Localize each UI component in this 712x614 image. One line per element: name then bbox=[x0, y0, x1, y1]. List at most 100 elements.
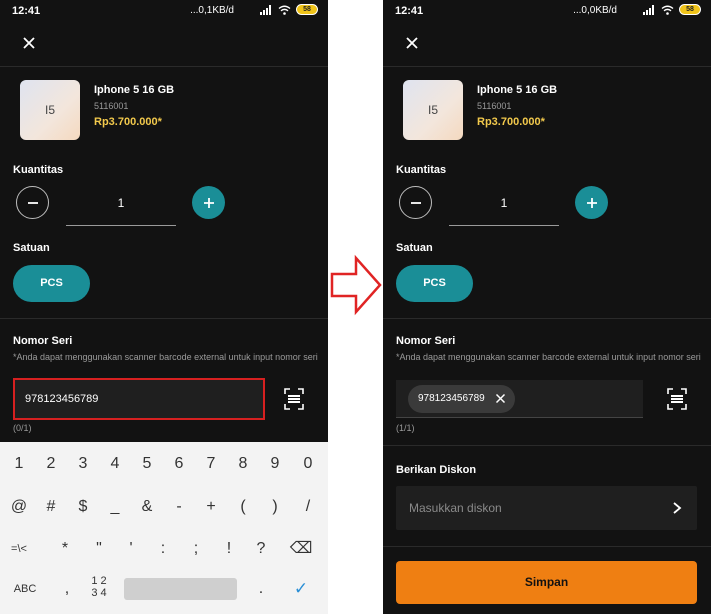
left-screen: 12:41 ...0,1KB/d 58 I5 Iphone 5 16 GB 51… bbox=[0, 0, 328, 614]
product-sku: 5116001 bbox=[94, 101, 129, 111]
right-screen: 12:41 ...0,0KB/d 58 I5 Iphone 5 16 GB 51… bbox=[383, 0, 711, 614]
divider bbox=[383, 445, 711, 446]
barcode-scan-icon[interactable] bbox=[284, 388, 304, 410]
minus-icon bbox=[410, 201, 421, 204]
right-arrow-icon bbox=[330, 254, 382, 316]
key-single-quote[interactable]: ' bbox=[116, 537, 146, 561]
serial-chip-label: 978123456789 bbox=[418, 393, 485, 404]
serial-hint: *Anda dapat menggunakan scanner barcode … bbox=[13, 352, 318, 362]
save-button[interactable]: Simpan bbox=[396, 561, 697, 604]
close-icon[interactable] bbox=[403, 34, 421, 52]
status-icons: 58 bbox=[260, 4, 318, 15]
key-9[interactable]: 9 bbox=[260, 452, 290, 476]
key-2[interactable]: 2 bbox=[36, 452, 66, 476]
close-icon[interactable] bbox=[20, 34, 38, 52]
unit-chip-pcs[interactable]: PCS bbox=[396, 265, 473, 302]
key-ampersand[interactable]: & bbox=[132, 495, 162, 519]
serial-number-input[interactable]: 978123456789 bbox=[13, 378, 265, 420]
product-thumbnail: I5 bbox=[20, 80, 80, 140]
quantity-input[interactable]: 1 bbox=[66, 186, 176, 226]
status-icons: 58 bbox=[643, 4, 701, 15]
serial-label: Nomor Seri bbox=[13, 335, 73, 347]
quantity-input[interactable]: 1 bbox=[449, 186, 559, 226]
key-close-paren[interactable]: ) bbox=[260, 495, 290, 519]
battery-icon: 58 bbox=[296, 4, 318, 15]
unit-label: Satuan bbox=[13, 242, 50, 254]
serial-hint: *Anda dapat menggunakan scanner barcode … bbox=[396, 352, 701, 362]
key-underscore[interactable]: _ bbox=[100, 495, 130, 519]
quantity-label: Kuantitas bbox=[13, 164, 64, 176]
status-bar: 12:41 ...0,0KB/d 58 bbox=[383, 0, 711, 22]
key-slash[interactable]: / bbox=[293, 495, 323, 519]
key-4[interactable]: 4 bbox=[100, 452, 130, 476]
key-at[interactable]: @ bbox=[4, 495, 34, 519]
key-1[interactable]: 1 bbox=[4, 452, 34, 476]
wifi-icon bbox=[661, 5, 674, 15]
key-open-paren[interactable]: ( bbox=[228, 495, 258, 519]
soft-keyboard: 1 2 3 4 5 6 7 8 9 0 @ # $ _ & - + ( ) / … bbox=[0, 442, 328, 614]
product-thumbnail: I5 bbox=[403, 80, 463, 140]
increase-quantity-button[interactable] bbox=[575, 186, 608, 219]
chevron-right-icon bbox=[673, 502, 682, 514]
discount-label: Berikan Diskon bbox=[396, 464, 477, 476]
battery-icon: 58 bbox=[679, 4, 701, 15]
chip-remove-icon[interactable] bbox=[495, 393, 506, 404]
product-price: Rp3.700.000* bbox=[477, 116, 545, 128]
backspace-key[interactable]: ⌫ bbox=[286, 537, 316, 561]
status-speed: ...0,1KB/d bbox=[190, 5, 234, 16]
decrease-quantity-button[interactable] bbox=[399, 186, 432, 219]
key-7[interactable]: 7 bbox=[196, 452, 226, 476]
key-enter[interactable]: ✓ bbox=[286, 577, 316, 601]
signal-icon bbox=[260, 4, 271, 15]
quantity-label: Kuantitas bbox=[396, 164, 447, 176]
decrease-quantity-button[interactable] bbox=[16, 186, 49, 219]
wifi-icon bbox=[278, 5, 291, 15]
key-plus[interactable]: + bbox=[196, 495, 226, 519]
serial-label: Nomor Seri bbox=[396, 335, 456, 347]
key-3[interactable]: 3 bbox=[68, 452, 98, 476]
status-bar: 12:41 ...0,1KB/d 58 bbox=[0, 0, 328, 22]
key-hash[interactable]: # bbox=[36, 495, 66, 519]
serial-count: (0/1) bbox=[13, 423, 32, 433]
key-double-quote[interactable]: " bbox=[84, 537, 114, 561]
key-exclamation[interactable]: ! bbox=[214, 537, 244, 561]
increase-quantity-button[interactable] bbox=[192, 186, 225, 219]
key-space[interactable] bbox=[124, 578, 237, 600]
key-comma[interactable]: , bbox=[52, 577, 82, 601]
barcode-scan-icon[interactable] bbox=[667, 388, 687, 410]
plus-icon bbox=[586, 197, 597, 208]
signal-icon bbox=[643, 4, 654, 15]
key-dollar[interactable]: $ bbox=[68, 495, 98, 519]
key-period[interactable]: . bbox=[246, 577, 276, 601]
key-5[interactable]: 5 bbox=[132, 452, 162, 476]
serial-number-chip: 978123456789 bbox=[408, 385, 515, 413]
key-question[interactable]: ? bbox=[246, 537, 276, 561]
key-semicolon[interactable]: ; bbox=[181, 537, 211, 561]
status-speed: ...0,0KB/d bbox=[573, 5, 617, 16]
key-colon[interactable]: : bbox=[148, 537, 178, 561]
key-symbols-toggle[interactable]: =\< bbox=[4, 537, 34, 561]
key-numbers[interactable]: 1 2 3 4 bbox=[84, 575, 114, 599]
key-asterisk[interactable]: * bbox=[50, 537, 80, 561]
unit-chip-pcs[interactable]: PCS bbox=[13, 265, 90, 302]
discount-field[interactable]: Masukkan diskon bbox=[396, 486, 697, 530]
key-abc[interactable]: ABC bbox=[10, 577, 40, 601]
key-8[interactable]: 8 bbox=[228, 452, 258, 476]
divider bbox=[0, 66, 328, 67]
serial-number-input[interactable]: 978123456789 bbox=[396, 380, 643, 418]
status-time: 12:41 bbox=[395, 5, 424, 17]
divider bbox=[0, 318, 328, 319]
product-sku: 5116001 bbox=[477, 101, 512, 111]
key-minus[interactable]: - bbox=[164, 495, 194, 519]
unit-label: Satuan bbox=[396, 242, 433, 254]
product-price: Rp3.700.000* bbox=[94, 116, 162, 128]
key-6[interactable]: 6 bbox=[164, 452, 194, 476]
minus-icon bbox=[27, 201, 38, 204]
key-0[interactable]: 0 bbox=[293, 452, 323, 476]
serial-count: (1/1) bbox=[396, 423, 415, 433]
product-name: Iphone 5 16 GB bbox=[94, 84, 175, 96]
plus-icon bbox=[203, 197, 214, 208]
divider bbox=[383, 546, 711, 547]
product-name: Iphone 5 16 GB bbox=[477, 84, 558, 96]
discount-placeholder: Masukkan diskon bbox=[409, 501, 502, 515]
